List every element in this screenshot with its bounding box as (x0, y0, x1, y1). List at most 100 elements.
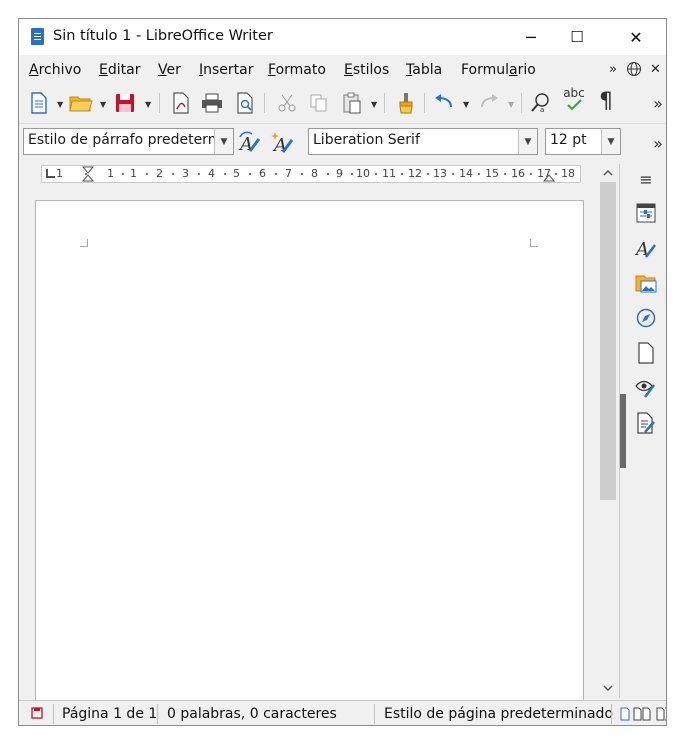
scrollbar-thumb[interactable] (600, 182, 616, 500)
menu-overflow-button[interactable]: » (609, 62, 617, 77)
manage-changes-icon[interactable] (635, 412, 657, 434)
indent-marker-icon[interactable] (82, 166, 94, 182)
export-pdf-icon[interactable] (169, 91, 193, 115)
toolbar-separator (521, 93, 522, 113)
maximize-button[interactable]: ☐ (554, 19, 600, 55)
sidebar-menu-icon[interactable]: ≡ (635, 168, 657, 190)
ruler-label: 6 (259, 167, 266, 180)
standard-toolbar-overflow[interactable]: » (646, 91, 666, 115)
ruler-tick (555, 173, 557, 175)
menu-ver[interactable]: Ver (158, 62, 181, 78)
ruler-tick (478, 173, 480, 175)
status-separator (157, 704, 158, 724)
ruler-tick (172, 173, 174, 175)
redo-icon[interactable] (477, 91, 501, 115)
chevron-down-icon[interactable]: ▼ (601, 129, 620, 154)
ruler-label: 9 (336, 167, 343, 180)
view-layout-icon[interactable] (620, 707, 667, 721)
ruler-tick (375, 173, 377, 175)
new-dropdown-arrow[interactable]: ▼ (57, 100, 63, 109)
new-style-icon[interactable]: A (270, 131, 294, 155)
navigator-icon[interactable] (635, 307, 657, 329)
ruler-label: 15 (485, 167, 499, 180)
ruler-tick (530, 173, 532, 175)
title-bar: Sin título 1 - LibreOffice Writer ─ ☐ ✕ (19, 19, 666, 55)
ruler-tick (122, 173, 124, 175)
horizontal-ruler[interactable]: 1 1 1 2 3 4 5 6 7 8 9 10 11 12 13 14 15 16 17 18 (41, 165, 581, 183)
clone-formatting-icon[interactable] (394, 91, 418, 115)
menu-estilos[interactable]: Estilos (344, 62, 389, 78)
menu-formato[interactable]: Formato (268, 62, 326, 78)
right-indent-marker-icon[interactable] (543, 166, 555, 182)
scroll-down-icon[interactable] (603, 685, 613, 692)
ruler-tick (504, 173, 506, 175)
minimize-button[interactable]: ─ (508, 19, 554, 55)
text-boundary-corner (530, 239, 538, 247)
close-document-button[interactable]: ✕ (650, 62, 661, 77)
paste-icon[interactable] (340, 91, 364, 115)
page-style[interactable]: Estilo de página predeterminado (384, 706, 613, 722)
open-folder-icon[interactable] (69, 91, 93, 115)
word-count[interactable]: 0 palabras, 0 caracteres (167, 706, 337, 722)
page-icon[interactable] (635, 342, 657, 364)
ruler-label: 5 (233, 167, 240, 180)
text-boundary-corner (80, 239, 88, 247)
paragraph-style-combo[interactable]: Estilo de párrafo predeterm ▼ (23, 128, 234, 155)
new-document-icon[interactable] (27, 91, 51, 115)
ruler-tick (275, 173, 277, 175)
save-dropdown-arrow[interactable]: ▼ (145, 100, 151, 109)
writer-window: Sin título 1 - LibreOffice Writer ─ ☐ ✕ … (18, 18, 667, 726)
vertical-scrollbar[interactable] (599, 164, 617, 698)
formatting-toolbar-overflow[interactable]: » (646, 131, 666, 155)
paste-dropdown-arrow[interactable]: ▼ (371, 100, 377, 109)
font-name-combo[interactable]: Liberation Serif ▼ (308, 128, 538, 155)
ruler-tick (351, 173, 353, 175)
ruler-tick (224, 173, 226, 175)
undo-icon[interactable] (432, 91, 456, 115)
print-icon[interactable] (200, 91, 224, 115)
menu-insertar[interactable]: Insertar (199, 62, 254, 78)
paragraph-style-value: Estilo de párrafo predeterm (28, 132, 222, 148)
chevron-down-icon[interactable]: ▼ (214, 129, 233, 154)
ruler-label: 18 (561, 167, 575, 180)
globe-icon[interactable] (626, 61, 642, 81)
menu-formulario[interactable]: Formulario (461, 62, 536, 78)
open-dropdown-arrow[interactable]: ▼ (100, 100, 106, 109)
ruler-tick (327, 173, 329, 175)
menu-archivo[interactable]: Archivo (29, 62, 81, 78)
undo-dropdown-arrow[interactable]: ▼ (463, 100, 469, 109)
gallery-icon[interactable] (635, 272, 657, 294)
font-size-value: 12 pt (550, 132, 587, 148)
styles-icon[interactable]: A (635, 237, 657, 259)
spelling-icon[interactable]: abc (562, 87, 586, 111)
properties-icon[interactable] (635, 202, 657, 224)
copy-icon[interactable] (307, 91, 331, 115)
close-button[interactable]: ✕ (613, 19, 659, 55)
document-modified-icon[interactable] (31, 707, 43, 719)
print-preview-icon[interactable] (233, 91, 257, 115)
save-icon[interactable] (113, 91, 137, 115)
ruler-label: 16 (511, 167, 525, 180)
cut-icon[interactable] (275, 91, 299, 115)
find-replace-icon[interactable]: a (529, 91, 553, 115)
sidebar-deck: ≡ A (619, 164, 666, 698)
menu-editar[interactable]: Editar (99, 62, 140, 78)
formatting-marks-icon[interactable]: ¶ (594, 89, 618, 114)
menu-tabla[interactable]: Tabla (406, 62, 442, 78)
formatting-toolbar: Estilo de párrafo predeterm ▼ A A Libera… (19, 123, 666, 162)
sidebar-collapse-handle[interactable] (620, 394, 626, 468)
update-style-icon[interactable]: A (238, 131, 262, 155)
page-count[interactable]: Página 1 de 1 (62, 706, 157, 722)
chevron-down-icon[interactable]: ▼ (518, 129, 537, 154)
style-inspector-icon[interactable] (635, 377, 657, 399)
ruler-label: 1 (130, 167, 137, 180)
font-size-combo[interactable]: 12 pt ▼ (545, 128, 621, 155)
ruler-tick (198, 173, 200, 175)
menu-bar: Archivo Editar Ver Insertar Formato Esti… (19, 55, 666, 85)
redo-dropdown-arrow[interactable]: ▼ (508, 100, 514, 109)
ruler-label: 11 (382, 167, 396, 180)
scroll-up-icon[interactable] (603, 169, 613, 176)
tab-stop-icon[interactable] (46, 169, 55, 178)
toolbar-separator (159, 93, 160, 113)
document-page[interactable] (35, 200, 584, 722)
